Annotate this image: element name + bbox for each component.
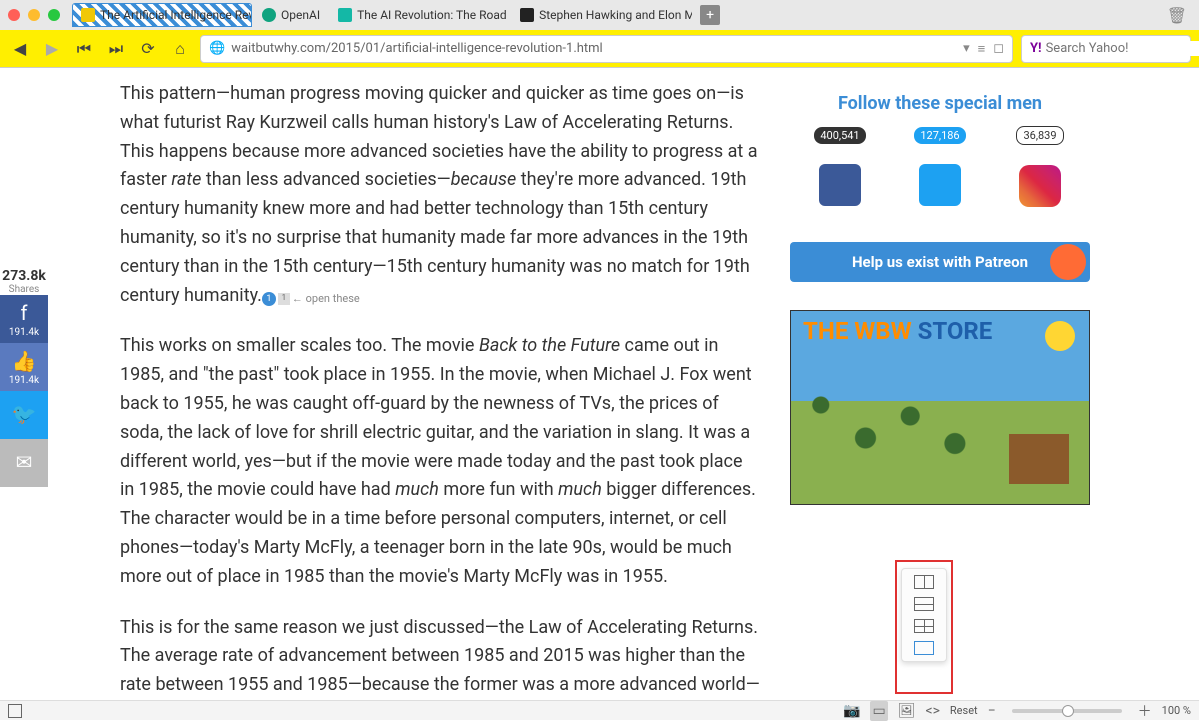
facebook-icon: f [21,301,28,325]
share-like-button[interactable]: 👍 191.4k [0,343,48,391]
camera-icon[interactable]: 📷 [843,703,860,719]
share-email-button[interactable]: ✉ [0,439,48,487]
back-button[interactable]: ◀ [8,37,32,61]
social-facebook[interactable]: 400,541 [800,124,880,234]
tab-label: The AI Revolution: The Road [357,8,507,22]
image-icon[interactable]: 🖼 [898,703,916,719]
forward-button[interactable]: ▶ [40,37,64,61]
slider-thumb[interactable] [1062,705,1074,717]
twitter-icon [919,164,961,206]
tw-follower-count: 127,186 [914,127,965,144]
fastforward-button[interactable]: ⏭ [104,37,128,61]
store-title: THE WBW STORE [803,317,992,345]
search-bar[interactable]: Y! [1021,35,1191,63]
patreon-button[interactable]: Help us exist with Patreon [790,242,1090,282]
fb-follower-count: 400,541 [814,127,865,144]
window-controls [8,9,60,21]
url-extras: ▾ ≡ ◻ [963,41,1004,57]
favicon-icon [81,8,95,22]
url-text: waitbutwhy.com/2015/01/artificial-intell… [231,41,603,56]
search-input[interactable] [1046,41,1199,56]
favicon-icon [338,8,352,22]
status-bar: 📷 ▭ 🖼 <> Reset − ＋ 100 % [0,700,1199,720]
layout-columns-button[interactable] [914,575,934,589]
facebook-icon [819,164,861,206]
paragraph: This is for the same reason we just disc… [120,614,760,700]
yahoo-icon: Y! [1030,41,1042,56]
tab-bar: The Artificial Intelligence Rev OpenAI T… [0,0,1199,30]
close-window-button[interactable] [8,9,20,21]
tab-ai-revolution[interactable]: The AI Revolution: The Road [330,3,510,27]
tab-label: The Artificial Intelligence Rev [100,8,252,22]
house-icon [1009,434,1069,484]
tab-openai[interactable]: OpenAI [254,3,328,27]
layout-single-button[interactable] [914,641,934,655]
social-row: 400,541 127,186 36,839 [790,124,1090,234]
social-twitter[interactable]: 127,186 [900,124,980,234]
right-sidebar: Follow these special men 400,541 127,186… [790,93,1090,505]
mail-icon: ✉ [16,450,33,474]
layout-popup [901,568,947,662]
tab-active[interactable]: The Artificial Intelligence Rev [72,3,252,27]
layout-grid-button[interactable] [914,619,934,633]
reset-zoom-button[interactable]: Reset [950,704,978,717]
layout-rows-button[interactable] [914,597,934,611]
reload-button[interactable]: ⟳ [136,37,160,61]
twitter-icon: 🐦 [12,402,37,426]
paragraph: This works on smaller scales too. The mo… [120,332,760,591]
article-body: This pattern—human progress moving quick… [120,80,760,700]
sun-icon [1045,321,1075,351]
patreon-icon [1050,244,1086,280]
chevron-down-icon[interactable]: ▾ [963,41,970,57]
patreon-label: Help us exist with Patreon [852,253,1028,271]
tab-label: Stephen Hawking and Elon M [539,8,692,22]
minimize-window-button[interactable] [28,9,40,21]
like-count: 191.4k [9,375,39,386]
fb-count: 191.4k [9,327,39,338]
zoom-out-button[interactable]: − [988,703,996,719]
zoom-slider[interactable] [1012,709,1122,713]
list-icon[interactable]: ≡ [978,41,986,57]
share-total: 273.8k [0,268,48,284]
tab-hawking[interactable]: Stephen Hawking and Elon M [512,3,692,27]
paragraph: This pattern—human progress moving quick… [120,80,760,310]
page-content: 273.8k Shares f 191.4k 👍 191.4k 🐦 ✉ This p… [0,68,1199,700]
follow-heading: Follow these special men [790,93,1090,114]
store-ad[interactable]: THE WBW STORE [790,310,1090,505]
favicon-icon [262,8,276,22]
code-icon[interactable]: <> [925,703,939,719]
rewind-button[interactable]: ⏮ [72,37,96,61]
ig-follower-count: 36,839 [1016,126,1063,145]
bookmark-icon[interactable]: ◻ [993,41,1004,57]
like-icon: 👍 [12,349,37,373]
tab-label: OpenAI [281,8,320,22]
toolbar: ◀ ▶ ⏮ ⏭ ⟳ ⌂ 🌐 waitbutwhy.com/2015/01/art… [0,30,1199,68]
screen-icon[interactable]: ▭ [870,701,887,721]
maximize-window-button[interactable] [48,9,60,21]
zoom-in-button[interactable]: ＋ [1138,701,1152,721]
new-tab-button[interactable]: + [700,5,720,25]
footnote-marker[interactable]: 11← open these [262,290,360,308]
favicon-icon [520,8,534,22]
layout-popup-highlight [895,560,953,694]
instagram-icon [1019,165,1061,207]
social-instagram[interactable]: 36,839 [1000,124,1080,234]
share-facebook-button[interactable]: f 191.4k [0,295,48,343]
share-sidebar: 273.8k Shares f 191.4k 👍 191.4k 🐦 ✉ [0,268,48,487]
panel-toggle-button[interactable] [8,704,22,718]
globe-icon: 🌐 [209,41,225,56]
home-button[interactable]: ⌂ [168,37,192,61]
share-twitter-button[interactable]: 🐦 [0,391,48,439]
url-bar[interactable]: 🌐 waitbutwhy.com/2015/01/artificial-inte… [200,35,1013,63]
zoom-level: 100 % [1162,704,1191,717]
trash-icon[interactable]: 🗑 [1167,6,1187,25]
share-label: Shares [0,284,48,295]
